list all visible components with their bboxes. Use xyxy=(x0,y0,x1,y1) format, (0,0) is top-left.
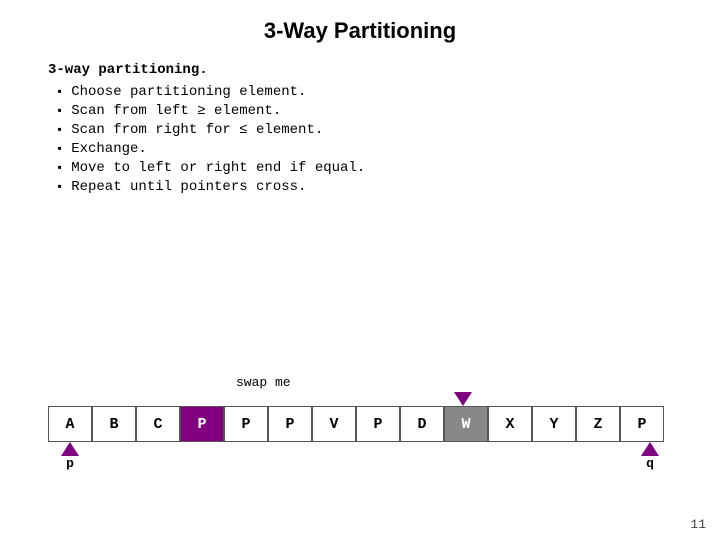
p-arrow-up xyxy=(61,442,79,456)
content-area: 3-way partitioning. Choose partitioning … xyxy=(0,62,720,195)
viz-area: swap me ABCPPPVPDWXYZP p q xyxy=(48,375,672,480)
bullet-list: Choose partitioning element. Scan from le… xyxy=(56,84,672,195)
array-cell: P xyxy=(224,406,268,442)
array-cell: P xyxy=(356,406,400,442)
array-cell: Z xyxy=(576,406,620,442)
array-cell: D xyxy=(400,406,444,442)
array-cell: Y xyxy=(532,406,576,442)
array-cell: B xyxy=(92,406,136,442)
page-number: 11 xyxy=(690,517,706,532)
array-cell: P xyxy=(620,406,664,442)
page-title: 3-Way Partitioning xyxy=(0,0,720,62)
array-cell: P xyxy=(268,406,312,442)
array-cell: X xyxy=(488,406,532,442)
bullet-item: Scan from right for ≤ element. xyxy=(56,122,672,138)
array-cell: C xyxy=(136,406,180,442)
bullet-item: Move to left or right end if equal. xyxy=(56,160,672,176)
p-label: p xyxy=(66,456,74,471)
swap-arrow-container xyxy=(253,392,672,406)
p-pointer: p xyxy=(48,442,92,471)
array-cell: P xyxy=(180,406,224,442)
array-row: ABCPPPVPDWXYZP xyxy=(48,406,672,442)
q-label: q xyxy=(646,456,654,471)
bullet-item: Exchange. xyxy=(56,141,672,157)
q-arrow-up xyxy=(641,442,659,456)
swap-arrow-down xyxy=(454,392,472,406)
array-cell: A xyxy=(48,406,92,442)
array-cell: V xyxy=(312,406,356,442)
swap-me-label: swap me xyxy=(236,375,672,390)
bullet-item: Choose partitioning element. xyxy=(56,84,672,100)
bullet-item: Scan from left ≥ element. xyxy=(56,103,672,119)
q-pointer: q xyxy=(628,442,672,471)
pointer-row: p q xyxy=(48,442,672,480)
array-cell: W xyxy=(444,406,488,442)
bullet-item: Repeat until pointers cross. xyxy=(56,179,672,195)
section-heading: 3-way partitioning. xyxy=(48,62,672,78)
